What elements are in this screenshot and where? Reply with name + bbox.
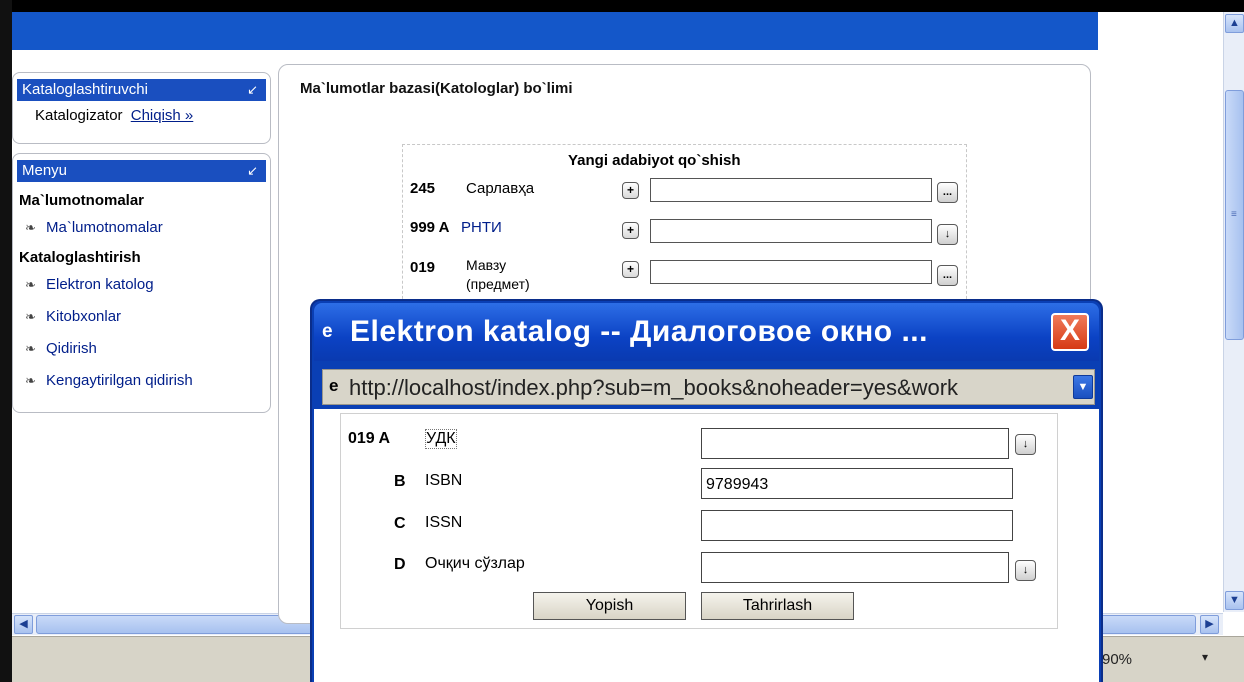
menu-panel-header[interactable]: Menyu ↙ (17, 160, 266, 182)
menu-item-qidirish[interactable]: ❧ Qidirish (25, 340, 97, 357)
menu-item-label: Ma`lumotnomalar (46, 219, 163, 236)
menu-item-label: Kengaytirilgan qidirish (46, 372, 193, 389)
zoom-dropdown-icon[interactable]: ▾ (1202, 650, 1208, 664)
title-input[interactable] (650, 178, 932, 202)
field-code: 019 (410, 259, 436, 276)
scroll-down-icon[interactable]: ▼ (1225, 591, 1244, 610)
user-role: Katalogizator (35, 107, 123, 124)
menu-section-heading: Ma`lumotnomalar (19, 192, 145, 209)
user-panel-title: Kataloglashtiruvchi (22, 81, 148, 98)
add-field-button[interactable]: + (622, 261, 639, 278)
vertical-scrollbar[interactable]: ▲ ≡ ▼ (1223, 12, 1244, 612)
zoom-level[interactable]: 90% (1102, 651, 1132, 668)
row-label: УДК (425, 429, 457, 449)
row-label: ISSN (425, 514, 463, 531)
rnti-input[interactable] (650, 219, 932, 243)
dialog-window: e Elektron katalog -- Диалоговое окно ..… (310, 299, 1103, 682)
page-header-banner (12, 12, 1098, 50)
dropdown-icon[interactable]: ↓ (1015, 560, 1036, 581)
scroll-up-icon[interactable]: ▲ (1225, 14, 1244, 33)
issn-input[interactable] (701, 510, 1013, 541)
menu-item-label: Kitobxonlar (46, 308, 122, 325)
book-icon: ❧ (25, 373, 36, 388)
row-code: 019 A (348, 430, 391, 447)
menu-item-kitobxonlar[interactable]: ❧ Kitobxonlar (25, 308, 121, 325)
close-icon[interactable]: X (1051, 313, 1089, 351)
menu-item-kengaytirilgan-qidirish[interactable]: ❧ Kengaytirilgan qidirish (25, 372, 193, 389)
menu-panel: Menyu ↙ Ma`lumotnomalar ❧ Ma`lumotnomalar… (12, 153, 271, 413)
add-field-button[interactable]: + (622, 222, 639, 239)
dialog-titlebar[interactable]: e Elektron katalog -- Диалоговое окно ..… (314, 303, 1099, 361)
book-icon: ❧ (25, 277, 36, 292)
field-code: 245 (410, 180, 436, 197)
isbn-input[interactable]: 9789943 (701, 468, 1013, 499)
scroll-left-icon[interactable]: ◀ (14, 615, 33, 634)
row-code: C (394, 515, 406, 532)
keywords-input[interactable] (701, 552, 1009, 583)
collapse-arrow-icon[interactable]: ↙ (247, 160, 258, 182)
page-title: Ma`lumotlar bazasi(Katologlar) bo`limi (300, 80, 573, 97)
scroll-right-icon[interactable]: ▶ (1200, 615, 1219, 634)
ie-icon: e (322, 321, 333, 342)
page-icon: e (329, 376, 339, 395)
user-panel: Kataloglashtiruvchi ↙ Katalogizator Chiq… (12, 72, 271, 144)
book-icon: ❧ (25, 341, 36, 356)
field-code: 999 A (410, 219, 450, 236)
edit-button[interactable]: Tahrirlash (701, 592, 854, 620)
user-panel-header[interactable]: Kataloglashtiruvchi ↙ (17, 79, 266, 101)
collapse-arrow-icon[interactable]: ↙ (247, 79, 258, 101)
address-bar: e http://localhost/index.php?sub=m_books… (322, 369, 1095, 405)
menu-item-malumotnomalar[interactable]: ❧ Ma`lumotnomalar (25, 219, 163, 236)
dialog-body: 019 A УДК ↓ B ISBN 9789943 C ISSN D Очқи… (314, 409, 1099, 682)
field-label: Сарлавҳа (466, 180, 535, 197)
menu-item-label: Elektron katolog (46, 276, 154, 293)
dialog-title: Elektron katalog -- Диалоговое окно ... (350, 315, 928, 348)
form-title: Yangi adabiyot qo`shish (568, 152, 741, 169)
row-label: ISBN (425, 472, 463, 489)
logout-link[interactable]: Chiqish » (131, 107, 194, 124)
field-label: РНТИ (461, 219, 502, 236)
url-field[interactable]: http://localhost/index.php?sub=m_books&n… (349, 374, 1065, 401)
menu-item-elektron-katolog[interactable]: ❧ Elektron katolog (25, 276, 154, 293)
window-left-edge (0, 0, 12, 682)
row-label: Очқич сўзлар (425, 555, 525, 572)
subject-input[interactable] (650, 260, 932, 284)
user-info: Katalogizator Chiqish » (35, 107, 193, 124)
row-code: D (394, 556, 406, 573)
field-label: Мавзу (466, 257, 507, 273)
window-top-edge (0, 0, 1244, 12)
add-field-button[interactable]: + (622, 182, 639, 199)
row-code: B (394, 473, 406, 490)
book-icon: ❧ (25, 309, 36, 324)
menu-panel-title: Menyu (22, 162, 68, 179)
vertical-scroll-thumb[interactable]: ≡ (1225, 90, 1244, 340)
close-button[interactable]: Yopish (533, 592, 686, 620)
browse-button[interactable]: ... (937, 182, 958, 203)
browse-button[interactable]: ... (937, 265, 958, 286)
dropdown-icon[interactable]: ↓ (1015, 434, 1036, 455)
field-label-secondary: (предмет) (466, 276, 530, 292)
address-dropdown-icon[interactable]: ▼ (1073, 375, 1093, 399)
menu-section-heading: Kataloglashtirish (19, 249, 141, 266)
menu-item-label: Qidirish (46, 340, 97, 357)
udk-input[interactable] (701, 428, 1009, 459)
dropdown-icon[interactable]: ↓ (937, 224, 958, 245)
book-icon: ❧ (25, 220, 36, 235)
dialog-form: 019 A УДК ↓ B ISBN 9789943 C ISSN D Очқи… (340, 413, 1058, 629)
